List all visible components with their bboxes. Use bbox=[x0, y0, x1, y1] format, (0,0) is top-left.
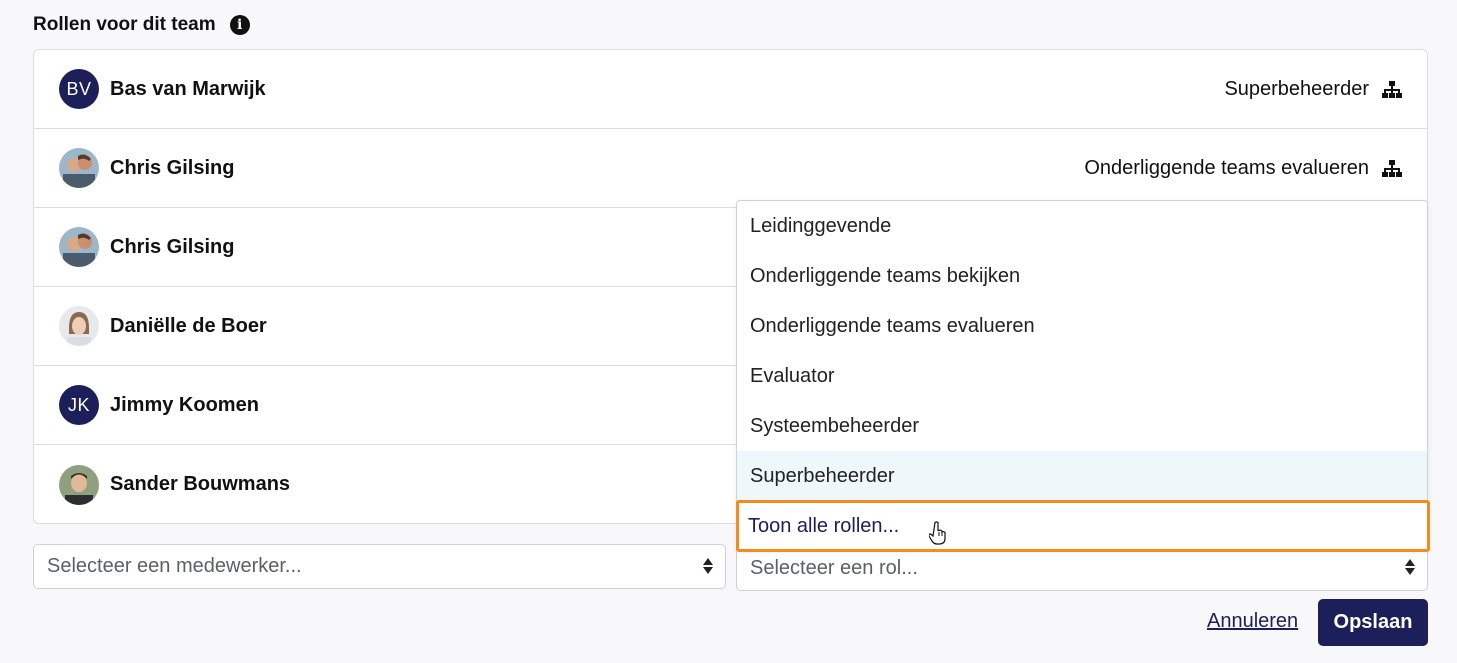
member-row: BV Bas van Marwijk Superbeheerder bbox=[34, 50, 1427, 129]
role-select[interactable]: Selecteer een rol... bbox=[736, 546, 1428, 591]
role-select-placeholder: Selecteer een rol... bbox=[750, 556, 918, 579]
member-name: Bas van Marwijk bbox=[110, 77, 266, 100]
role-option[interactable]: Onderliggende teams bekijken bbox=[737, 251, 1427, 301]
member-name: Daniëlle de Boer bbox=[110, 314, 267, 337]
role-dropdown-menu: Leidinggevende Onderliggende teams bekij… bbox=[736, 200, 1430, 552]
member-role-label: Onderliggende teams evalueren bbox=[1084, 157, 1369, 179]
role-option[interactable]: Evaluator bbox=[737, 351, 1427, 401]
member-role: Superbeheerder bbox=[1224, 50, 1403, 129]
cancel-link[interactable]: Annuleren bbox=[1207, 610, 1298, 633]
employee-select-placeholder: Selecteer een medewerker... bbox=[47, 555, 302, 577]
employee-select[interactable]: Selecteer een medewerker... bbox=[33, 544, 726, 589]
hand-pointer-icon bbox=[928, 521, 947, 551]
show-all-roles-option[interactable]: Toon alle rollen... bbox=[736, 500, 1430, 552]
avatar: JK bbox=[59, 385, 99, 425]
show-all-roles-label: Toon alle rollen... bbox=[748, 514, 900, 537]
section-title-text: Rollen voor dit team bbox=[33, 14, 216, 35]
avatar bbox=[59, 227, 99, 267]
member-role: Onderliggende teams evalueren bbox=[1084, 129, 1403, 208]
role-option[interactable]: Leidinggevende bbox=[737, 201, 1427, 251]
section-title: Rollen voor dit team i bbox=[33, 14, 250, 36]
role-option[interactable]: Superbeheerder bbox=[737, 451, 1427, 501]
member-name: Jimmy Koomen bbox=[110, 393, 259, 416]
role-option[interactable]: Onderliggende teams evalueren bbox=[737, 301, 1427, 351]
avatar bbox=[59, 306, 99, 346]
member-role-label: Superbeheerder bbox=[1224, 78, 1369, 100]
org-chart-icon bbox=[1381, 159, 1403, 178]
info-icon[interactable]: i bbox=[229, 15, 250, 35]
avatar: BV bbox=[59, 69, 99, 109]
member-name: Chris Gilsing bbox=[110, 156, 235, 179]
select-arrows-icon bbox=[703, 558, 713, 574]
avatar bbox=[59, 148, 99, 188]
save-button[interactable]: Opslaan bbox=[1318, 599, 1428, 646]
member-name: Sander Bouwmans bbox=[110, 473, 291, 495]
role-option[interactable]: Systeembeheerder bbox=[737, 401, 1427, 451]
select-arrows-icon bbox=[1405, 559, 1415, 575]
org-chart-icon bbox=[1381, 80, 1403, 99]
avatar bbox=[59, 464, 99, 505]
member-name: Chris Gilsing bbox=[110, 235, 235, 258]
member-row: Chris Gilsing Onderliggende teams evalue… bbox=[34, 129, 1427, 208]
